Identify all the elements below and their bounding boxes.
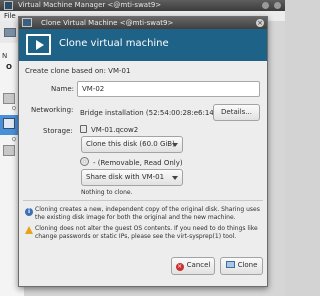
- storage-label: Storage:: [43, 127, 73, 135]
- cancel-button[interactable]: × Cancel: [171, 257, 215, 275]
- clone-icon: [225, 261, 235, 268]
- cancel-icon: ×: [175, 263, 184, 271]
- main-window-title: Virtual Machine Manager <@mti-swat9>: [18, 1, 162, 9]
- disk-icon: [80, 125, 87, 133]
- disk2-action-value: Share disk with VM-01: [86, 173, 165, 181]
- dialog-titlebar: Clone Virtual Machine <@mti-swat9> ×: [19, 17, 267, 29]
- warning-icon: [25, 226, 33, 234]
- details-button[interactable]: Details...: [213, 104, 260, 121]
- chevron-down-icon: [172, 143, 178, 147]
- based-on-label: Create clone based on: VM-01: [25, 67, 131, 75]
- chevron-down-icon: [172, 176, 178, 180]
- cancel-button-label: Cancel: [186, 261, 211, 269]
- name-label: Name:: [51, 85, 75, 93]
- dialog-header: Clone virtual machine: [19, 29, 267, 61]
- monitor-play-icon: [26, 34, 51, 55]
- disk1-name: VM-01.qcow2: [91, 126, 139, 134]
- cdrom-icon: [80, 157, 89, 166]
- new-vm-icon[interactable]: [4, 28, 16, 37]
- play-icon: [36, 40, 44, 50]
- disk2-note: Nothing to clone.: [81, 189, 133, 196]
- clone-dialog: Clone Virtual Machine <@mti-swat9> × Clo…: [18, 16, 268, 287]
- vm-row-selected-icon: [3, 118, 15, 129]
- vm-row-icon[interactable]: [3, 145, 15, 156]
- vm-row-label: Q: [12, 106, 16, 112]
- header-title: Clone virtual machine: [59, 38, 169, 49]
- networking-value: Bridge installation (52:54:00:28:e6:14): [80, 109, 217, 117]
- clone-button[interactable]: Clone: [220, 257, 263, 275]
- close-window-icon[interactable]: [274, 2, 281, 9]
- name-field[interactable]: VM-02: [77, 81, 260, 97]
- info-icon: i: [25, 208, 33, 216]
- disk2-name: - (Removable, Read Only): [93, 159, 183, 167]
- minimize-icon[interactable]: [262, 2, 269, 9]
- networking-label: Networking:: [31, 106, 74, 114]
- vm-row-label: Q: [12, 137, 16, 143]
- clone-button-label: Clone: [237, 261, 258, 269]
- info-note: Cloning creates a new, independent copy …: [35, 206, 260, 221]
- disk2-action-select[interactable]: Share disk with VM-01: [81, 169, 183, 186]
- app-icon: [4, 1, 13, 10]
- separator: [23, 200, 263, 201]
- vm-row-icon[interactable]: [3, 93, 15, 104]
- close-icon[interactable]: ×: [256, 19, 264, 27]
- list-header: N: [2, 52, 8, 60]
- app-icon: [22, 18, 32, 27]
- disk1-action-value: Clone this disk (60.0 GiB): [86, 140, 175, 148]
- dialog-title: Clone Virtual Machine <@mti-swat9>: [41, 19, 174, 27]
- list-group[interactable]: O: [6, 63, 12, 71]
- menu-file[interactable]: File: [4, 12, 16, 20]
- warning-note: Cloning does not alter the guest OS cont…: [35, 225, 258, 240]
- disk1-action-select[interactable]: Clone this disk (60.0 GiB): [81, 136, 183, 153]
